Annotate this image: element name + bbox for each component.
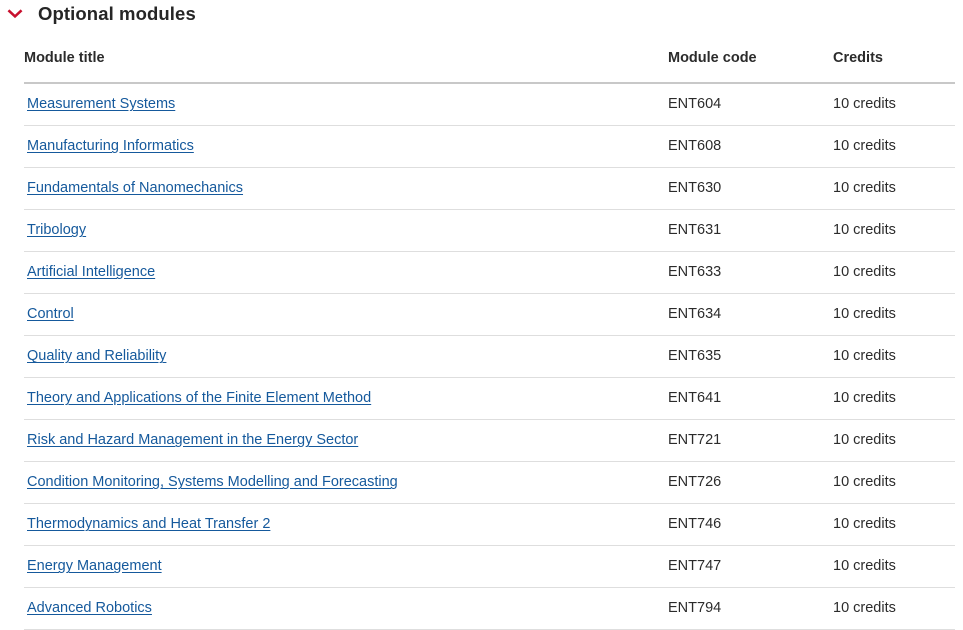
cell-module-title: Condition Monitoring, Systems Modelling … [24,461,668,505]
module-title-link[interactable]: Thermodynamics and Heat Transfer 2 [27,516,270,532]
column-header-module-title: Module title [24,50,668,85]
cell-module-code: ENT633 [668,251,833,295]
module-title-link[interactable]: Fundamentals of Nanomechanics [27,180,243,196]
table-row: Artificial Intelligence ENT633 10 credits [24,251,955,295]
cell-module-code: ENT747 [668,545,833,589]
table-row: Tribology ENT631 10 credits [24,209,955,253]
table-row: Control ENT634 10 credits [24,293,955,337]
cell-module-title: Artificial Intelligence [24,251,668,295]
cell-module-title: Control [24,293,668,337]
module-title-link[interactable]: Measurement Systems [27,96,175,112]
cell-credits: 10 credits [833,461,955,505]
table-row: Energy Management ENT747 10 credits [24,545,955,589]
cell-module-code: ENT608 [668,125,833,169]
cell-module-title: Thermodynamics and Heat Transfer 2 [24,503,668,547]
optional-modules-page: Optional modules Module title Module cod… [0,0,963,630]
cell-module-code: ENT746 [668,503,833,547]
cell-credits: 10 credits [833,83,955,127]
optional-modules-table: Module title Module code Credits Measure… [24,50,955,630]
cell-module-title: Advanced Robotics [24,587,668,630]
table-row: Theory and Applications of the Finite El… [24,377,955,421]
cell-module-title: Risk and Hazard Management in the Energy… [24,419,668,463]
page-title: Optional modules [38,2,196,24]
cell-module-code: ENT635 [668,335,833,379]
table-row: Advanced Robotics ENT794 10 credits [24,587,955,630]
cell-module-code: ENT634 [668,293,833,337]
module-title-link[interactable]: Quality and Reliability [27,348,166,364]
table-row: Condition Monitoring, Systems Modelling … [24,461,955,505]
table-row: Quality and Reliability ENT635 10 credits [24,335,955,379]
cell-credits: 10 credits [833,545,955,589]
column-header-credits: Credits [833,50,955,85]
table-header: Module title Module code Credits [24,50,955,85]
cell-module-title: Measurement Systems [24,83,668,127]
table-row: Measurement Systems ENT604 10 credits [24,83,955,127]
column-header-module-code: Module code [668,50,833,85]
table-row: Manufacturing Informatics ENT608 10 credit… [24,125,955,169]
optional-modules-accordion-header[interactable]: Optional modules [0,0,963,28]
cell-credits: 10 credits [833,167,955,211]
cell-module-code: ENT604 [668,83,833,127]
cell-module-title: Fundamentals of Nanomechanics [24,167,668,211]
module-title-link[interactable]: Condition Monitoring, Systems Modelling … [27,474,398,490]
chevron-down-icon[interactable] [4,3,26,25]
cell-credits: 10 credits [833,377,955,421]
table-row: Thermodynamics and Heat Transfer 2 ENT746… [24,503,955,547]
cell-module-code: ENT631 [668,209,833,253]
cell-credits: 10 credits [833,293,955,337]
cell-module-code: ENT726 [668,461,833,505]
modules-table-container: Module title Module code Credits Measure… [0,50,963,630]
module-title-link[interactable]: Risk and Hazard Management in the Energy… [27,432,358,448]
cell-module-title: Manufacturing Informatics [24,125,668,169]
module-title-link[interactable]: Artificial Intelligence [27,264,155,280]
cell-credits: 10 credits [833,503,955,547]
table-row: Risk and Hazard Management in the Energy… [24,419,955,463]
cell-credits: 10 credits [833,587,955,630]
cell-module-title: Energy Management [24,545,668,589]
cell-credits: 10 credits [833,125,955,169]
module-title-link[interactable]: Energy Management [27,558,162,574]
module-title-link[interactable]: Control [27,306,74,322]
cell-credits: 10 credits [833,251,955,295]
module-title-link[interactable]: Tribology [27,222,86,238]
cell-module-code: ENT794 [668,587,833,630]
cell-credits: 10 credits [833,209,955,253]
cell-module-code: ENT721 [668,419,833,463]
module-title-link[interactable]: Theory and Applications of the Finite El… [27,390,371,406]
table-header-row: Module title Module code Credits [24,50,955,85]
table-body: Measurement Systems ENT604 10 credits Manuf… [24,83,955,630]
cell-module-code: ENT630 [668,167,833,211]
table-row: Fundamentals of Nanomechanics ENT630 10 cr… [24,167,955,211]
cell-module-title: Quality and Reliability [24,335,668,379]
module-title-link[interactable]: Manufacturing Informatics [27,138,194,154]
cell-module-title: Theory and Applications of the Finite El… [24,377,668,421]
cell-credits: 10 credits [833,419,955,463]
cell-credits: 10 credits [833,335,955,379]
cell-module-title: Tribology [24,209,668,253]
module-title-link[interactable]: Advanced Robotics [27,600,152,616]
cell-module-code: ENT641 [668,377,833,421]
